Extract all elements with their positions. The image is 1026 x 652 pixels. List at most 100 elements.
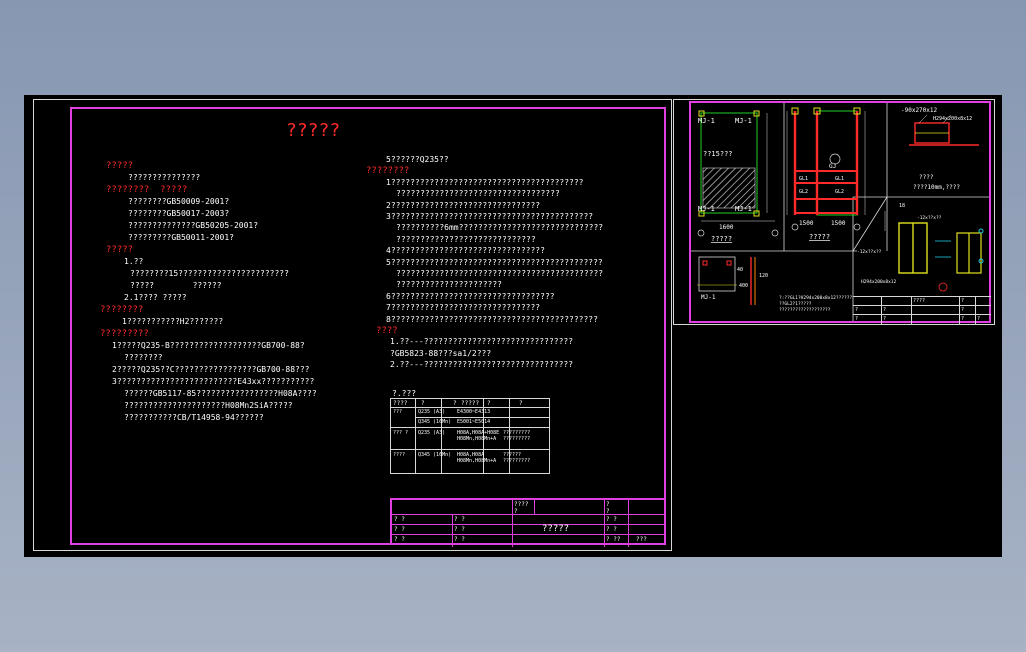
sheet2-title-block: ???????????? (853, 296, 991, 324)
note-line: ???????????CB/T14958-94?????? (124, 413, 264, 422)
note-line: 4???????????????????????????????? (386, 246, 545, 256)
note-line: ????????GB50017-2003? (128, 209, 230, 218)
title-block-cell: ? (961, 307, 965, 313)
mm-note: ????10mm,???? (913, 184, 960, 191)
title-block-line (911, 297, 912, 324)
dim-small-3: 120 (759, 273, 768, 279)
note-line: 1.?? (124, 257, 144, 266)
mj1-label-bottom-right: MJ-1 (735, 205, 752, 213)
dim-small-1: 40 (737, 267, 743, 273)
note-line: ???? (376, 326, 398, 336)
note-line: 2??????????????????????????????? (386, 200, 541, 210)
gl-label-3: GL1 (835, 176, 844, 182)
dim-small-2: 400 (739, 283, 748, 289)
note-line: ??????????????GB50205-2001? (128, 221, 259, 230)
sheet1-title-block: ???????? ?? ?? ?? ?? ?? ?? ?? ?? ???????… (390, 498, 666, 547)
section-label-2: H294x200x8x12 (861, 279, 897, 285)
title-block-cell: ? ? (454, 536, 465, 543)
table-col-line (415, 399, 416, 473)
table-cell: ??? ? (393, 430, 409, 436)
title-block-cell: ???? (514, 501, 529, 508)
note-line: 2.??---??????????????????????????????? (390, 360, 574, 370)
column-note: ??15??? (703, 150, 733, 158)
table-cell: H08A,H08A H08Mn,H08Mn+A (457, 452, 497, 464)
cad-model-space[interactable]: ????? ???????????????????????????? ?????… (24, 95, 1002, 557)
footnote-1: ?:??GL1?H294x200x8x12?????? (779, 295, 852, 301)
note-line: ?????????????????????????????????? (396, 189, 560, 199)
title-block-cell: ? ? (394, 516, 405, 523)
title-block-cell: ? (855, 316, 859, 322)
view1-caption: ????? (711, 235, 732, 243)
table-header-cell: ????? (461, 400, 480, 407)
table-cell: Q345 (16Mn) (418, 419, 452, 425)
title-block-cell: ? ? (606, 526, 617, 533)
table-header-cell: ? (487, 400, 491, 407)
title-block-cell: ? (606, 508, 610, 515)
title-block-line (853, 314, 991, 315)
note-line: 1.??---??????????????????????????????? (390, 337, 574, 347)
note-line: 1?????Q235-B???????????????????GB700-88? (112, 341, 305, 350)
table-cell: E4300~E4313 (457, 409, 491, 415)
note-line: ?????????????????????H08Mn2SiA????? (124, 401, 293, 410)
title-block-cell: ? ?? (606, 536, 621, 543)
note-line: ????? (106, 161, 134, 171)
wave-note: ???? (919, 174, 934, 181)
title-block-line (392, 524, 664, 525)
title-block-cell: ???? (913, 298, 926, 304)
note-line: ?????????????????????? (396, 280, 502, 290)
table-cell: ????????? ????????? (503, 430, 531, 442)
title-block-cell: ? ? (394, 536, 405, 543)
title-block-cell: ? (961, 316, 965, 322)
table-header-cell: ? (453, 400, 457, 407)
table-cell: E5001~E5014 (457, 419, 491, 425)
title-block-line (853, 305, 991, 306)
note-line: 2?????Q235??C?????????????????GB700-88??… (112, 365, 310, 374)
note-line: ???????? (366, 166, 410, 177)
table-cell: Q235 (A3) (418, 409, 446, 415)
note-line: ????????15??????????????????????? (130, 269, 289, 278)
title-block-cell: ? (977, 316, 981, 322)
note-line: ????????????????????????????? (396, 234, 536, 244)
detail-drawings: MJ-1 MJ-1 ??15??? MJ-1 MJ-1 1600 GJ GL1 (691, 103, 989, 321)
note-line: ??????????6mm???????????????????????????… (396, 223, 604, 233)
title-block-cell: ? (961, 298, 965, 304)
note-line: 6?????????????????????????????????? (386, 291, 555, 301)
title-block-line (392, 514, 664, 515)
note-line: ??????GB5117-85?????????????????H08A???? (124, 389, 317, 398)
note-line: 2.1???? ????? (124, 293, 187, 302)
note-line: 5??????Q235?? (386, 155, 449, 164)
note-line: 3???????????????????????????????????????… (386, 212, 594, 221)
table-cell: Q235 (A3) (418, 430, 446, 436)
dim-mid-1: 1500 (799, 220, 814, 227)
mj1-small-label: MJ-1 (701, 294, 716, 301)
section-label-1: -12x??x?? (857, 249, 882, 255)
title-block-line (628, 500, 629, 547)
view-section-detail (884, 211, 984, 292)
title-block-line (392, 534, 664, 535)
title-block-cell: ? (606, 501, 610, 508)
drawing-title: ????? (286, 120, 341, 141)
title-block-cell: ? ? (606, 516, 617, 523)
title-block-cell: ??? (636, 536, 647, 543)
plate-label: -90x270x12 (901, 107, 938, 114)
title-block-line (512, 500, 513, 547)
title-block-line (975, 297, 976, 324)
title-block-line (959, 297, 960, 324)
section-label-3: -12x??x?? (917, 215, 942, 221)
note-line: 7??????????????????????????????? (386, 303, 541, 313)
table-header-cell: ???? (393, 400, 408, 407)
title-block-line (534, 500, 535, 514)
title-block-cell: ? (883, 307, 887, 313)
dim-bottom-left: 1600 (719, 224, 734, 231)
title-block-cell: ? (883, 316, 887, 322)
note-line: ???????? (124, 353, 163, 362)
title-block-cell: ? ? (454, 526, 465, 533)
note-line: ???????? (100, 305, 144, 315)
title-block-cell: ? (855, 307, 859, 313)
dim-mid-2: 1500 (831, 220, 846, 227)
table-header-cell: ? (519, 400, 523, 407)
title-block-cell: ? ? (454, 516, 465, 523)
table-row-line (415, 417, 549, 418)
mj1-label-bottom-left: MJ-1 (698, 205, 715, 213)
note-line: ????????GB50009-2001? (128, 197, 230, 206)
